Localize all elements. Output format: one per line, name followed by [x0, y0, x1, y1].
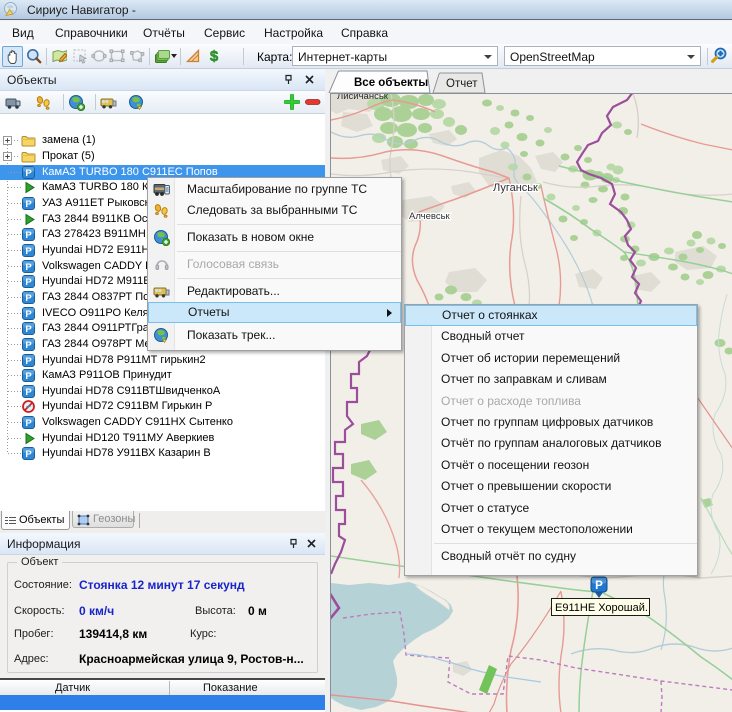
- svg-text:Все объекты: Все объекты: [354, 77, 428, 89]
- svg-text:P: P: [25, 324, 32, 335]
- svg-text:P: P: [25, 371, 32, 382]
- svg-text:Луганськ: Луганськ: [493, 182, 538, 194]
- svg-text:P: P: [25, 356, 32, 367]
- svg-text:Е911НЕ Хорошай.: Е911НЕ Хорошай.: [555, 602, 648, 614]
- svg-text:P: P: [25, 168, 32, 179]
- svg-text:P: P: [25, 418, 32, 429]
- svg-text:P: P: [25, 309, 32, 320]
- svg-text:P: P: [25, 262, 32, 273]
- svg-text:P: P: [25, 230, 32, 241]
- svg-text:Алчевськ: Алчевськ: [409, 211, 451, 222]
- svg-text:P: P: [595, 580, 603, 592]
- svg-text:Лисичанськ: Лисичанськ: [337, 94, 389, 102]
- svg-text:P: P: [25, 277, 32, 288]
- svg-text:P: P: [25, 387, 32, 398]
- svg-text:P: P: [25, 246, 32, 257]
- svg-text:P: P: [25, 449, 32, 460]
- svg-text:Отчет: Отчет: [446, 78, 478, 90]
- svg-text:P: P: [25, 340, 32, 351]
- svg-text:P: P: [25, 199, 32, 210]
- svg-text:P: P: [25, 293, 32, 304]
- svg-text:$: $: [210, 48, 219, 64]
